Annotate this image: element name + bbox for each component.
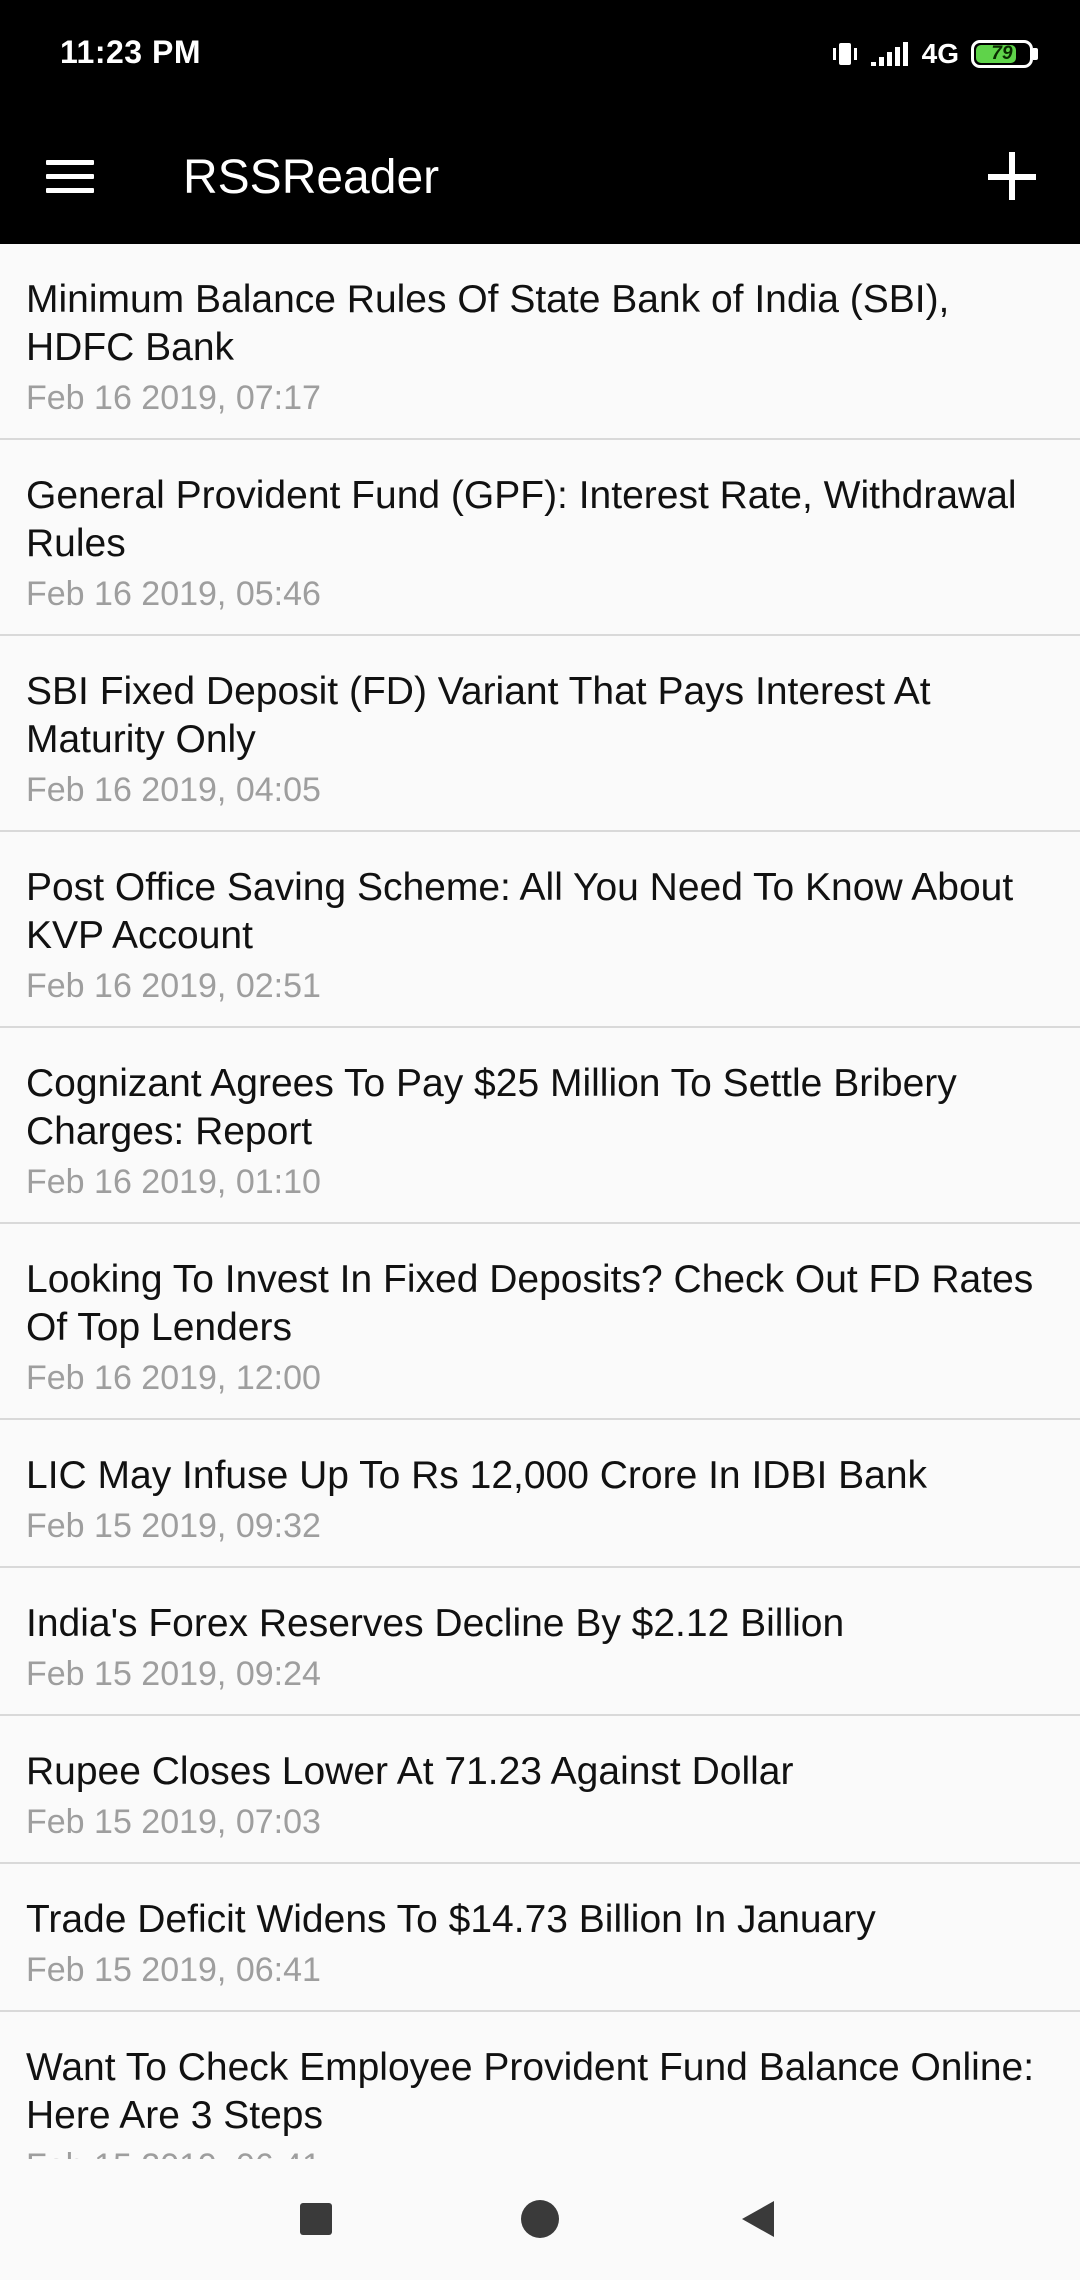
plus-icon[interactable] bbox=[982, 146, 1042, 206]
feed-item-date: Feb 16 2019, 01:10 bbox=[26, 1163, 321, 1201]
feed-item-date: Feb 16 2019, 04:05 bbox=[26, 771, 321, 809]
feed-item-title: SBI Fixed Deposit (FD) Variant That Pays… bbox=[26, 670, 931, 761]
feed-item-title: Trade Deficit Widens To $14.73 Billion I… bbox=[26, 1898, 876, 1941]
feed-item-title: Post Office Saving Scheme: All You Need … bbox=[26, 866, 1014, 957]
battery-tip bbox=[1033, 48, 1038, 60]
feed-item-date: Feb 16 2019, 02:51 bbox=[26, 967, 321, 1005]
feed-item-title: Cognizant Agrees To Pay $25 Million To S… bbox=[26, 1062, 957, 1153]
feed-item[interactable]: Cognizant Agrees To Pay $25 Million To S… bbox=[0, 1028, 1080, 1224]
battery-body: 79 bbox=[971, 40, 1033, 68]
feed-item-date: Feb 15 2019, 09:32 bbox=[26, 1507, 321, 1545]
feed-item-title: Minimum Balance Rules Of State Bank of I… bbox=[26, 278, 950, 369]
feed-item[interactable]: Want To Check Employee Provident Fund Ba… bbox=[0, 2012, 1080, 2159]
feed-item[interactable]: LIC May Infuse Up To Rs 12,000 Crore In … bbox=[0, 1420, 1080, 1568]
app-title: RSSReader bbox=[183, 151, 440, 204]
feed-item-date: Feb 15 2019, 06:41 bbox=[26, 2144, 1054, 2159]
signal-icon bbox=[870, 42, 908, 66]
feed-item-title: Looking To Invest In Fixed Deposits? Che… bbox=[26, 1258, 1034, 1349]
feed-item[interactable]: SBI Fixed Deposit (FD) Variant That Pays… bbox=[0, 636, 1080, 832]
hamburger-menu-icon[interactable] bbox=[40, 146, 100, 206]
feed-item-title: LIC May Infuse Up To Rs 12,000 Crore In … bbox=[26, 1454, 928, 1497]
feed-item[interactable]: India's Forex Reserves Decline By $2.12 … bbox=[0, 1568, 1080, 1716]
feed-item-title: General Provident Fund (GPF): Interest R… bbox=[26, 474, 1017, 565]
feed-item-title: Want To Check Employee Provident Fund Ba… bbox=[26, 2046, 1035, 2137]
home-circle-icon[interactable] bbox=[521, 2200, 559, 2238]
feed-item[interactable]: Looking To Invest In Fixed Deposits? Che… bbox=[0, 1224, 1080, 1420]
status-time: 11:23 PM bbox=[60, 34, 201, 70]
feed-item-date: Feb 16 2019, 07:17 bbox=[26, 379, 321, 417]
navigation-bar bbox=[0, 2159, 1080, 2280]
feed-item-title: Rupee Closes Lower At 71.23 Against Doll… bbox=[26, 1750, 794, 1793]
vibrate-icon bbox=[832, 43, 857, 65]
feed-list[interactable]: Minimum Balance Rules Of State Bank of I… bbox=[0, 244, 1080, 2159]
battery-icon: 79 bbox=[971, 40, 1038, 68]
back-triangle-icon[interactable] bbox=[742, 2201, 774, 2237]
battery-level-label: 79 bbox=[991, 43, 1013, 64]
feed-item[interactable]: Rupee Closes Lower At 71.23 Against Doll… bbox=[0, 1716, 1080, 1864]
app-bar: RSSReader bbox=[0, 108, 1080, 244]
feed-item[interactable]: General Provident Fund (GPF): Interest R… bbox=[0, 440, 1080, 636]
feed-item-date: Feb 16 2019, 12:00 bbox=[26, 1359, 321, 1397]
status-icons: 4G 79 bbox=[832, 36, 1038, 72]
recents-square-icon[interactable] bbox=[300, 2203, 332, 2235]
feed-item-date: Feb 15 2019, 09:24 bbox=[26, 1655, 321, 1693]
feed-item[interactable]: Post Office Saving Scheme: All You Need … bbox=[0, 832, 1080, 1028]
feed-item-date: Feb 16 2019, 05:46 bbox=[26, 575, 321, 613]
status-bar: 11:23 PM 4G 79 bbox=[0, 0, 1080, 108]
feed-item-date: Feb 15 2019, 07:03 bbox=[26, 1803, 321, 1841]
feed-item[interactable]: Minimum Balance Rules Of State Bank of I… bbox=[0, 244, 1080, 440]
feed-item[interactable]: Trade Deficit Widens To $14.73 Billion I… bbox=[0, 1864, 1080, 2012]
feed-item-title: India's Forex Reserves Decline By $2.12 … bbox=[26, 1602, 845, 1645]
network-type-label: 4G bbox=[921, 38, 959, 69]
feed-item-date: Feb 15 2019, 06:41 bbox=[26, 1951, 321, 1989]
